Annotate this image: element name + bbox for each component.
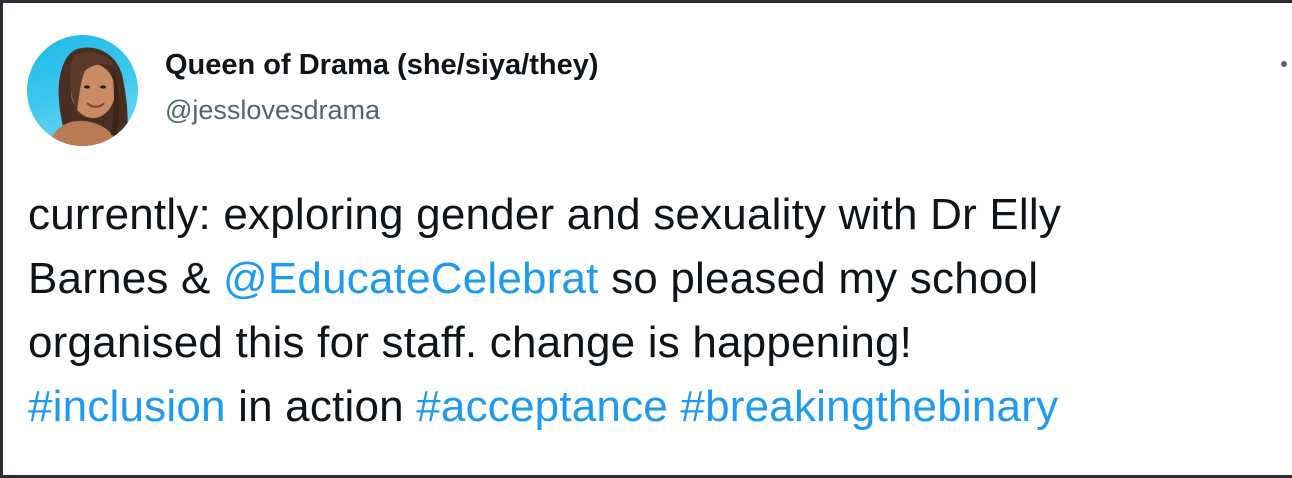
author-avatar[interactable] xyxy=(27,35,138,146)
tweet-card: Queen of Drama (she/siya/they) @jesslove… xyxy=(0,0,1292,478)
more-options-icon[interactable] xyxy=(1281,61,1287,67)
tweet-text-line: Barnes & @EducateCelebrat so pleased my … xyxy=(28,247,1290,311)
author-handle[interactable]: @jesslovesdrama xyxy=(165,95,380,126)
tweet-text-segment: in action xyxy=(225,382,417,431)
tweet-text-line: currently: exploring gender and sexualit… xyxy=(28,183,1290,247)
author-display-name[interactable]: Queen of Drama (she/siya/they) xyxy=(165,49,599,82)
tweet-text: currently: exploring gender and sexualit… xyxy=(28,183,1290,439)
tweet-text-segment: currently: exploring gender and sexualit… xyxy=(28,190,1062,239)
tweet-text-segment xyxy=(668,382,680,431)
hashtag-link[interactable]: #inclusion xyxy=(28,382,226,431)
tweet-text-segment: Barnes & xyxy=(28,254,224,303)
mention-link[interactable]: @EducateCelebrat xyxy=(223,254,599,303)
tweet-text-segment: so pleased my school xyxy=(598,254,1039,303)
tweet-text-segment: organised this for staff. change is happ… xyxy=(28,318,913,367)
tweet-text-line: organised this for staff. change is happ… xyxy=(28,311,1290,375)
tweet-text-line: #inclusion in action #acceptance #breaki… xyxy=(28,375,1290,439)
hashtag-link[interactable]: #acceptance xyxy=(416,382,668,431)
avatar-photo-icon xyxy=(49,47,128,146)
hashtag-link[interactable]: #breakingthebinary xyxy=(680,382,1058,431)
